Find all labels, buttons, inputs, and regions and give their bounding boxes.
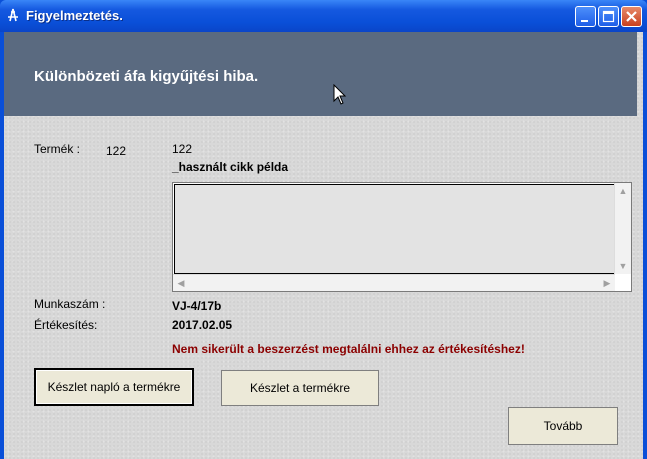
dialog-window: Figyelmeztetés. Különbözeti áfa kigyűjté… [0, 0, 647, 459]
product-code: 122 [172, 142, 193, 156]
scroll-right-icon[interactable]: ▶ [600, 276, 614, 290]
app-icon [5, 7, 21, 23]
vertical-scrollbar[interactable]: ▲ ▼ [614, 183, 631, 274]
scroll-left-icon[interactable]: ◀ [174, 276, 188, 290]
scroll-down-icon[interactable]: ▼ [616, 259, 630, 273]
close-icon [626, 11, 637, 22]
header-title: Különbözeti áfa kigyűjtési hiba. [34, 68, 259, 85]
scroll-up-icon[interactable]: ▲ [616, 184, 630, 198]
product-code-left: 122 [106, 144, 127, 158]
sale-date-value: 2017.02.05 [172, 318, 233, 332]
next-button[interactable]: Tovább [508, 407, 618, 445]
minimize-button[interactable] [575, 6, 596, 27]
horizontal-scrollbar[interactable]: ◀ ▶ [173, 274, 615, 291]
maximize-icon [602, 10, 615, 23]
sale-label: Értékesítés: [34, 318, 98, 332]
error-message: Nem sikerült a beszerzést megtalálni ehh… [172, 342, 525, 356]
header-banner: Különbözeti áfa kigyűjtési hiba. [4, 32, 637, 116]
minimize-icon [581, 20, 588, 22]
mouse-cursor-icon [333, 84, 347, 105]
dialog-body: Különbözeti áfa kigyűjtési hiba. Termék … [4, 32, 643, 459]
product-label: Termék : [34, 142, 81, 156]
work-number-value: VJ-4/17b [172, 299, 222, 313]
memo-text-area[interactable] [174, 184, 615, 274]
title-bar[interactable]: Figyelmeztetés. [0, 0, 647, 32]
stock-log-button[interactable]: Készlet napló a termékre [34, 368, 194, 406]
window-title: Figyelmeztetés. [26, 8, 123, 23]
work-number-label: Munkaszám : [34, 297, 106, 311]
close-button[interactable] [621, 6, 642, 27]
product-name: _használt cikk példa [172, 160, 289, 174]
maximize-button[interactable] [598, 6, 619, 27]
stock-button[interactable]: Készlet a termékre [221, 370, 379, 406]
product-memo[interactable]: ▲ ▼ ◀ ▶ [172, 182, 632, 292]
